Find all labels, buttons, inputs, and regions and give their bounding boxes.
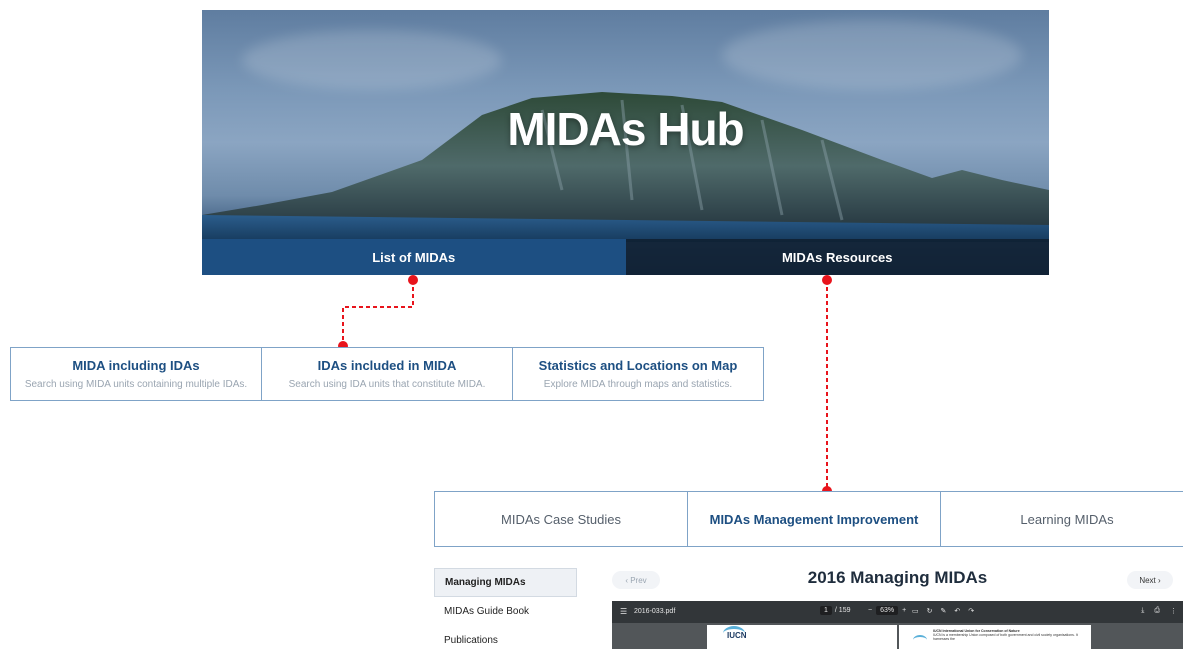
pdf-tool-icons: ▭ ↻ ✎ ↶ ↷ bbox=[912, 607, 974, 615]
pdf-actions: ⤓ ⎙ ⋮ bbox=[1141, 607, 1177, 615]
card-description: Search using IDA units that constitute M… bbox=[288, 379, 486, 390]
connector-list bbox=[338, 275, 418, 351]
card-idas-included-in-mida[interactable]: IDAs included in MIDA Search using IDA u… bbox=[261, 348, 512, 400]
zoom-out-icon[interactable]: − bbox=[868, 607, 872, 614]
document-title: 2016 Managing MIDAs bbox=[807, 568, 988, 587]
menu-icon[interactable]: ☰ bbox=[620, 607, 627, 616]
next-button[interactable]: Next › bbox=[1127, 571, 1173, 589]
sidebar-item-publications[interactable]: Publications bbox=[434, 626, 577, 655]
resource-sidebar: Managing MIDAs MIDAs Guide Book Publicat… bbox=[434, 568, 577, 655]
print-icon[interactable]: ⎙ bbox=[1154, 607, 1160, 615]
card-title: Statistics and Locations on Map bbox=[538, 358, 738, 373]
pdf-page: IUCN bbox=[707, 625, 897, 649]
download-icon[interactable]: ⤓ bbox=[1141, 607, 1144, 615]
connector-resources bbox=[822, 275, 832, 496]
zoom-level[interactable]: 63% bbox=[876, 606, 899, 615]
sidebar-item-guide-book[interactable]: MIDAs Guide Book bbox=[434, 597, 577, 626]
tab-management-improvement[interactable]: MIDAs Management Improvement bbox=[687, 492, 940, 546]
sidebar-item-managing-midas[interactable]: Managing MIDAs bbox=[434, 568, 577, 597]
hero-tab-bar: List of MIDAs MIDAs Resources bbox=[202, 239, 1049, 275]
connector-dot bbox=[822, 275, 832, 285]
pdf-page-body: IUCN is a membership Union composed of b… bbox=[933, 633, 1078, 641]
card-statistics-locations-map[interactable]: Statistics and Locations on Map Explore … bbox=[512, 348, 763, 400]
redo-icon[interactable]: ↷ bbox=[968, 607, 974, 615]
undo-icon[interactable]: ↶ bbox=[954, 607, 960, 615]
mida-list-options: MIDA including IDAs Search using MIDA un… bbox=[10, 347, 764, 401]
tab-list-of-midas[interactable]: List of MIDAs bbox=[202, 239, 626, 275]
document-header: ‹ Prev 2016 Managing MIDAs Next › bbox=[612, 568, 1183, 592]
total-pages: / 159 bbox=[834, 607, 851, 614]
pdf-toolbar: ☰ 2016-033.pdf 1 / 159 − 63% + ▭ ↻ ✎ ↶ ↷… bbox=[612, 601, 1183, 623]
pdf-page: IUCN International Union for Conservatio… bbox=[899, 625, 1091, 649]
connector-dot bbox=[408, 275, 418, 285]
resource-tab-bar: MIDAs Case Studies MIDAs Management Impr… bbox=[434, 491, 1183, 547]
iucn-logo-text: IUCN bbox=[727, 631, 747, 640]
hero-banner: MIDAs Hub List of MIDAs MIDAs Resources bbox=[202, 10, 1049, 275]
more-options-icon[interactable]: ⋮ bbox=[1170, 607, 1177, 615]
tab-learning-midas[interactable]: Learning MIDAs bbox=[940, 492, 1183, 546]
card-description: Explore MIDA through maps and statistics… bbox=[543, 379, 733, 390]
iucn-mini-logo bbox=[913, 635, 927, 645]
hero-title: MIDAs Hub bbox=[507, 103, 744, 155]
zoom-in-icon[interactable]: + bbox=[902, 607, 906, 614]
page-number-input[interactable]: 1 bbox=[820, 606, 832, 615]
fit-page-icon[interactable]: ▭ bbox=[912, 607, 919, 615]
card-title: IDAs included in MIDA bbox=[317, 358, 457, 373]
tab-case-studies[interactable]: MIDAs Case Studies bbox=[435, 492, 687, 546]
tab-midas-resources[interactable]: MIDAs Resources bbox=[625, 239, 1049, 275]
pdf-zoom-controls: − 63% + bbox=[868, 606, 906, 615]
rotate-icon[interactable]: ↻ bbox=[927, 607, 933, 615]
pdf-page-text: IUCN International Union for Conservatio… bbox=[933, 629, 1083, 641]
card-title: MIDA including IDAs bbox=[72, 358, 200, 373]
pdf-viewer: ☰ 2016-033.pdf 1 / 159 − 63% + ▭ ↻ ✎ ↶ ↷… bbox=[612, 601, 1183, 649]
card-description: Search using MIDA units containing multi… bbox=[24, 379, 248, 390]
draw-icon[interactable]: ✎ bbox=[941, 607, 947, 615]
card-mida-including-idas[interactable]: MIDA including IDAs Search using MIDA un… bbox=[11, 348, 261, 400]
pdf-page-indicator: 1 / 159 bbox=[820, 606, 850, 615]
pdf-file-name: 2016-033.pdf bbox=[634, 608, 676, 615]
